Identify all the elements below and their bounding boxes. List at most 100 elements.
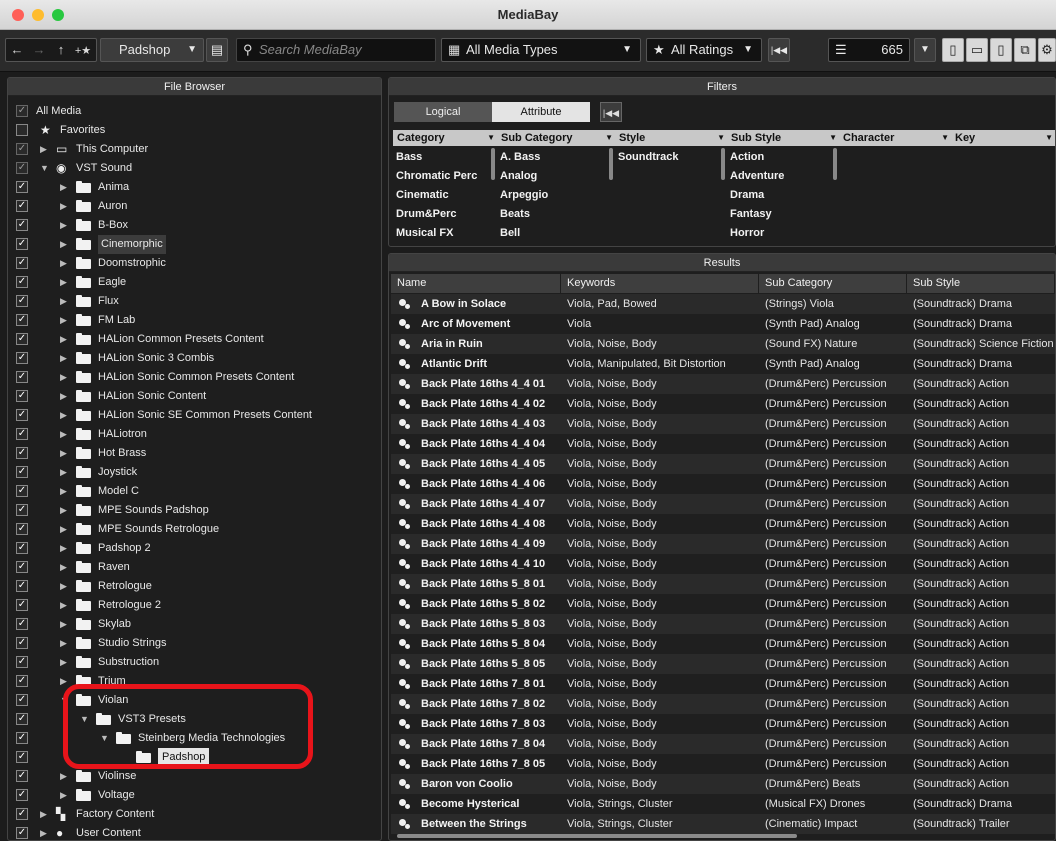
tree-item[interactable]: ✓ ▶ MPE Sounds Retrologue bbox=[8, 520, 381, 539]
disclosure-collapsed-icon[interactable]: ▶ bbox=[60, 292, 67, 311]
tree-item-checkbox[interactable]: ✓ bbox=[16, 751, 28, 763]
tree-item-checkbox[interactable]: ✓ bbox=[16, 618, 28, 630]
tree-item-checkbox[interactable]: ✓ bbox=[16, 219, 28, 231]
tree-item[interactable]: ✓ ▶ Anima bbox=[8, 178, 381, 197]
forward-arrow-icon[interactable]: → bbox=[28, 39, 50, 61]
result-row[interactable]: Arc of Movement Viola (Synth Pad) Analog (S… bbox=[391, 314, 1055, 334]
results-menu-dropdown[interactable]: ▼ bbox=[914, 38, 936, 62]
filter-value[interactable]: Soundtrack bbox=[618, 148, 679, 167]
disclosure-collapsed-icon[interactable]: ▶ bbox=[40, 824, 47, 840]
result-row[interactable]: Back Plate 16ths 4_4 10 Viola, Noise, Bod… bbox=[391, 554, 1055, 574]
result-row[interactable]: Back Plate 16ths 4_4 04 Viola, Noise, Bod… bbox=[391, 434, 1055, 454]
tree-item[interactable]: ✓ ▶ B-Box bbox=[8, 216, 381, 235]
result-row[interactable]: Back Plate 16ths 7_8 02 Viola, Noise, Bod… bbox=[391, 694, 1055, 714]
disclosure-collapsed-icon[interactable]: ▶ bbox=[60, 539, 67, 558]
tree-item[interactable]: ✓ ▼ ◉ VST Sound bbox=[8, 159, 381, 178]
result-row[interactable]: Aria in Ruin Viola, Noise, Body (Sound FX)… bbox=[391, 334, 1055, 354]
disclosure-collapsed-icon[interactable]: ▶ bbox=[60, 501, 67, 520]
tree-item-checkbox[interactable]: ✓ bbox=[16, 200, 28, 212]
ratings-dropdown[interactable]: ★ All Ratings ▼ bbox=[646, 38, 762, 62]
popout-window-icon[interactable]: ⧉ bbox=[1014, 38, 1036, 62]
tab-logical[interactable]: Logical bbox=[394, 102, 492, 122]
chevron-down-icon[interactable]: ▼ bbox=[1045, 130, 1053, 146]
filter-value[interactable]: Bell bbox=[500, 224, 520, 243]
tree-item[interactable]: ✓ ▶ MPE Sounds Padshop bbox=[8, 501, 381, 520]
disclosure-collapsed-icon[interactable]: ▶ bbox=[60, 786, 67, 805]
location-dropdown[interactable]: Padshop ▼ bbox=[100, 38, 204, 62]
result-row[interactable]: Back Plate 16ths 5_8 04 Viola, Noise, Bod… bbox=[391, 634, 1055, 654]
folder-view-icon[interactable]: ▤ bbox=[206, 38, 228, 62]
tree-item[interactable]: ✓ ▶ Doomstrophic bbox=[8, 254, 381, 273]
result-row[interactable]: Between the Strings Viola, Strings, Clust… bbox=[391, 814, 1055, 834]
tree-item-checkbox[interactable]: ✓ bbox=[16, 599, 28, 611]
tree-item[interactable]: ✓ ▶ Padshop 2 bbox=[8, 539, 381, 558]
result-row[interactable]: Back Plate 16ths 5_8 03 Viola, Noise, Bod… bbox=[391, 614, 1055, 634]
tree-item-checkbox[interactable]: ✓ bbox=[16, 675, 28, 687]
tree-item-checkbox[interactable]: ✓ bbox=[16, 694, 28, 706]
disclosure-collapsed-icon[interactable]: ▶ bbox=[60, 767, 67, 786]
back-arrow-icon[interactable]: ← bbox=[6, 39, 28, 61]
disclosure-collapsed-icon[interactable]: ▶ bbox=[60, 311, 67, 330]
add-favorite-icon[interactable]: +★ bbox=[72, 40, 94, 62]
disclosure-collapsed-icon[interactable]: ▶ bbox=[60, 577, 67, 596]
filter-value[interactable]: Cinematic bbox=[396, 186, 449, 205]
disclosure-collapsed-icon[interactable]: ▶ bbox=[60, 254, 67, 273]
filter-value[interactable]: Action bbox=[730, 148, 764, 167]
disclosure-collapsed-icon[interactable]: ▶ bbox=[60, 672, 67, 691]
disclosure-collapsed-icon[interactable]: ▶ bbox=[60, 368, 67, 387]
filter-value[interactable]: A. Bass bbox=[500, 148, 540, 167]
result-row[interactable]: Back Plate 16ths 4_4 01 Viola, Noise, Bod… bbox=[391, 374, 1055, 394]
chevron-down-icon[interactable]: ▼ bbox=[717, 130, 725, 146]
tree-item[interactable]: ✓ ▶ Voltage bbox=[8, 786, 381, 805]
tab-attribute[interactable]: Attribute bbox=[492, 102, 590, 122]
tree-item-checkbox[interactable]: ✓ bbox=[16, 295, 28, 307]
tree-item[interactable]: ✓ ▶ Raven bbox=[8, 558, 381, 577]
filter-value[interactable]: Horror bbox=[730, 224, 764, 243]
filter-value[interactable]: Chromatic Perc bbox=[396, 167, 477, 186]
filter-value[interactable]: Musical FX bbox=[396, 224, 453, 243]
chevron-down-icon[interactable]: ▼ bbox=[487, 130, 495, 146]
chevron-down-icon[interactable]: ▼ bbox=[941, 130, 949, 146]
tree-item[interactable]: ✓ ▶ HALion Common Presets Content bbox=[8, 330, 381, 349]
layout-bottom-pane-icon[interactable]: ▭ bbox=[966, 38, 988, 62]
filter-column-scrollbar[interactable] bbox=[721, 148, 725, 180]
reset-filters-icon[interactable]: |◀◀ bbox=[768, 38, 790, 62]
tree-item-checkbox[interactable]: ✓ bbox=[16, 580, 28, 592]
filter-column-scrollbar[interactable] bbox=[833, 148, 837, 180]
tree-item[interactable]: ✓ ▶ Joystick bbox=[8, 463, 381, 482]
filter-value[interactable]: Beats bbox=[500, 205, 530, 224]
tree-item-checkbox[interactable]: ✓ bbox=[16, 181, 28, 193]
tree-item[interactable]: ✓ ▶ HALion Sonic SE Common Presets Content bbox=[8, 406, 381, 425]
filter-value[interactable]: Drama bbox=[730, 186, 764, 205]
tree-item-checkbox[interactable]: ✓ bbox=[16, 713, 28, 725]
disclosure-collapsed-icon[interactable]: ▶ bbox=[60, 615, 67, 634]
media-types-dropdown[interactable]: ▦ All Media Types ▼ bbox=[441, 38, 641, 62]
filter-value[interactable]: Analog bbox=[500, 167, 537, 186]
tree-item[interactable]: ✓ ▶ Violinse bbox=[8, 767, 381, 786]
tree-item[interactable]: ✓ ▶ Studio Strings bbox=[8, 634, 381, 653]
tree-item[interactable]: ✓ ▶ Auron bbox=[8, 197, 381, 216]
filter-column-header[interactable]: Key ▼ bbox=[951, 130, 1055, 146]
disclosure-collapsed-icon[interactable]: ▶ bbox=[60, 178, 67, 197]
disclosure-collapsed-icon[interactable]: ▶ bbox=[60, 444, 67, 463]
disclosure-collapsed-icon[interactable]: ▶ bbox=[60, 558, 67, 577]
filter-column-header[interactable]: Character ▼ bbox=[839, 130, 951, 146]
tree-item[interactable]: ✓ ▶ ▭ This Computer bbox=[8, 140, 381, 159]
disclosure-collapsed-icon[interactable]: ▶ bbox=[60, 634, 67, 653]
tree-item-checkbox[interactable]: ✓ bbox=[16, 523, 28, 535]
tree-item[interactable]: ✓ ▶ Retrologue bbox=[8, 577, 381, 596]
tree-item[interactable]: ✓ ▶ Model C bbox=[8, 482, 381, 501]
result-row[interactable]: Back Plate 16ths 4_4 09 Viola, Noise, Bod… bbox=[391, 534, 1055, 554]
tree-item[interactable]: ✓ All Media bbox=[8, 102, 381, 121]
tree-item-checkbox[interactable]: ✓ bbox=[16, 333, 28, 345]
tree-item-checkbox[interactable]: ✓ bbox=[16, 143, 28, 155]
tree-item[interactable]: ✓ ▶ ▚ Factory Content bbox=[8, 805, 381, 824]
filter-value[interactable]: Bass bbox=[396, 148, 422, 167]
tree-item-checkbox[interactable]: ✓ bbox=[16, 770, 28, 782]
tree-item-checkbox[interactable]: ✓ bbox=[16, 808, 28, 820]
tree-item-checkbox[interactable]: ✓ bbox=[16, 827, 28, 839]
result-row[interactable]: Back Plate 16ths 7_8 03 Viola, Noise, Bod… bbox=[391, 714, 1055, 734]
tree-item-checkbox[interactable]: ✓ bbox=[16, 276, 28, 288]
tree-item-checkbox[interactable]: ✓ bbox=[16, 105, 28, 117]
filter-column-scrollbar[interactable] bbox=[491, 148, 495, 180]
